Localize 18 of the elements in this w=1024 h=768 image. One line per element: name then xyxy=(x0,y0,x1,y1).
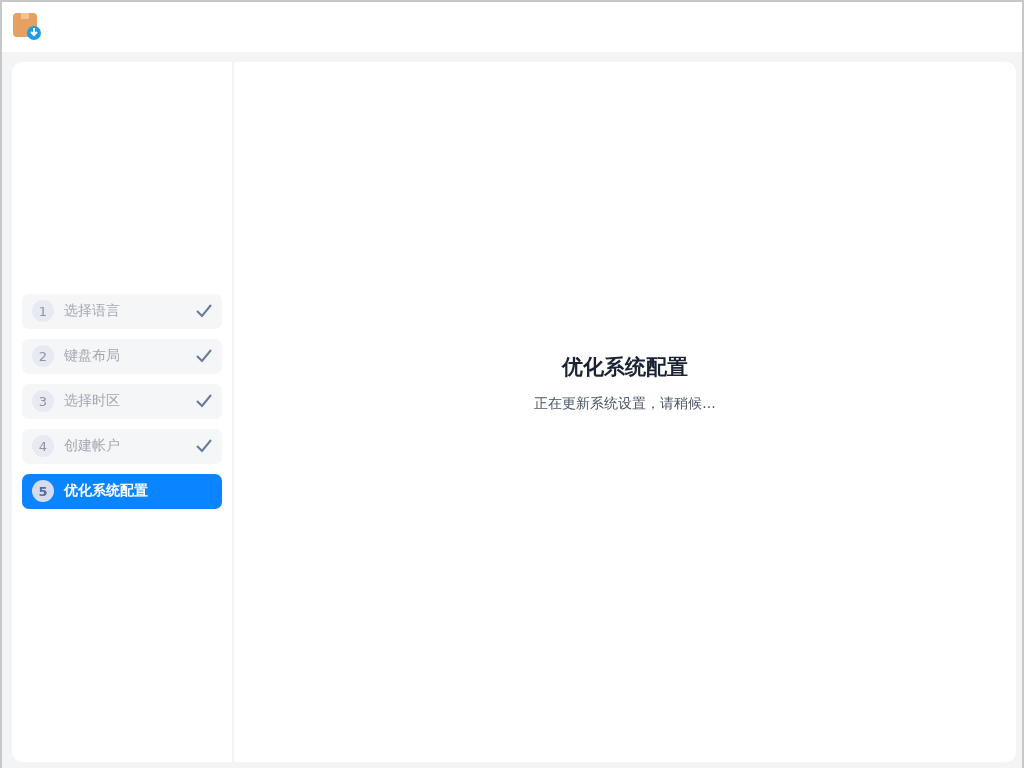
step-number: 3 xyxy=(32,390,54,412)
step-label: 选择时区 xyxy=(64,392,121,410)
status-message: 正在更新系统设置，请稍候... xyxy=(534,395,716,413)
step-label: 选择语言 xyxy=(64,302,121,320)
step-item[interactable]: 3 选择时区 xyxy=(22,383,222,419)
step-number: 4 xyxy=(32,435,54,457)
step-item[interactable]: 1 选择语言 xyxy=(22,293,222,329)
step-number: 5 xyxy=(32,480,54,502)
step-number: 2 xyxy=(32,345,54,367)
step-item[interactable]: 4 创建帐户 xyxy=(22,428,222,464)
step-label: 键盘布局 xyxy=(64,347,121,365)
package-download-icon xyxy=(12,12,42,42)
step-label: 创建帐户 xyxy=(64,437,121,455)
step-label: 优化系统配置 xyxy=(64,482,149,500)
page-title: 优化系统配置 xyxy=(562,354,688,381)
step-item[interactable]: 2 键盘布局 xyxy=(22,338,222,374)
step-number: 1 xyxy=(32,300,54,322)
step-item[interactable]: 5 优化系统配置 xyxy=(22,473,222,509)
